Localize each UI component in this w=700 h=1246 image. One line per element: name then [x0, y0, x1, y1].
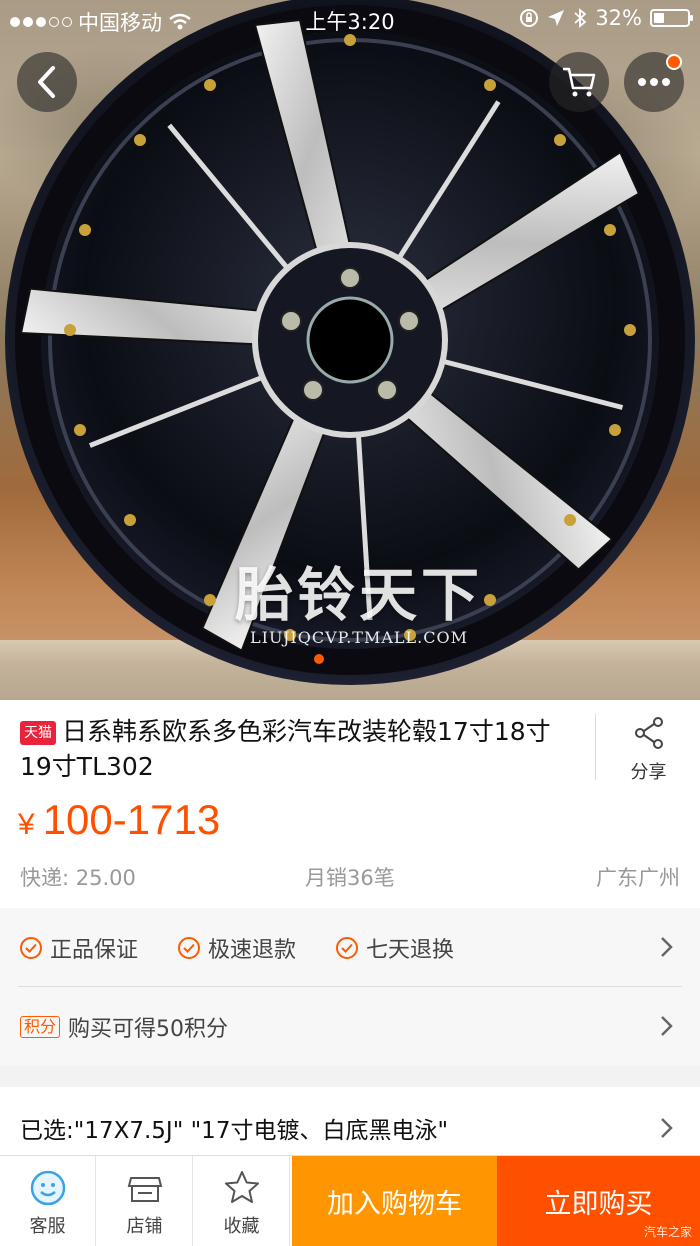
buy-now-label: 立即购买 [544, 1188, 653, 1220]
status-bar: 中国移动 上午3:20 32% [0, 0, 700, 38]
battery-icon [650, 9, 693, 27]
points-text: 购买可得50积分 [68, 1017, 229, 1042]
services-section: 正品保证 极速退款 七天退换 积分 购买可得50积分 [0, 908, 700, 1066]
service-label-refund: 极速退款 [208, 938, 297, 963]
chevron-left-icon [38, 66, 55, 98]
service-label-genuine: 正品保证 [50, 938, 139, 963]
seller-location: 广东广州 [596, 866, 680, 890]
price-range: 100-1713 [42, 796, 221, 843]
share-icon [634, 717, 663, 749]
store-label: 店铺 [126, 1216, 163, 1237]
selected-spec-row[interactable]: 已选:"17X7.5J" "17寸电镀、白底黑电泳" [0, 1087, 700, 1161]
buy-now-button[interactable]: 立即购买 汽车之家 [497, 1156, 700, 1246]
more-dots-icon [638, 78, 670, 86]
check-circle-icon [336, 937, 358, 959]
price-symbol: ¥ [18, 808, 35, 841]
favorite-tab[interactable]: 收藏 [194, 1156, 290, 1246]
rotation-lock-icon [520, 9, 539, 27]
chevron-right-icon [661, 937, 673, 957]
service-item: 七天退换 [336, 932, 454, 964]
battery-percent: 32% [595, 6, 642, 30]
service-label-return: 七天退换 [366, 938, 455, 963]
location-icon [548, 10, 565, 26]
cart-button[interactable] [549, 52, 609, 112]
service-guarantees-row[interactable]: 正品保证 极速退款 七天退换 [0, 908, 700, 986]
check-circle-icon [178, 937, 200, 959]
price: ¥100-1713 [18, 796, 220, 844]
add-to-cart-button[interactable]: 加入购物车 [292, 1156, 497, 1246]
customer-service-icon [30, 1170, 66, 1206]
service-item: 正品保证 [20, 932, 138, 964]
shipping-fee: 快递: 25.00 [20, 866, 136, 890]
chevron-right-icon [661, 1016, 673, 1036]
back-button[interactable] [17, 52, 77, 112]
points-row[interactable]: 积分 购买可得50积分 [0, 987, 700, 1065]
favorite-label: 收藏 [223, 1216, 260, 1237]
chevron-right-icon [661, 1118, 673, 1138]
more-button[interactable] [624, 52, 684, 112]
product-title: 日系韩系欧系多色彩汽车改装轮毂17寸18寸19寸TL302 [20, 717, 551, 781]
star-icon [225, 1171, 259, 1203]
bottom-action-bar: 客服 店铺 收藏 加入购物车 立即购买 汽车之家 [0, 1155, 700, 1246]
watermark-title: 胎铃天下 [234, 561, 483, 629]
watermark: 胎铃天下 LIUJIQCVP.TMALL.COM [214, 548, 504, 647]
tmall-tag: 天猫 [20, 721, 56, 745]
product-info: 天猫 日系韩系欧系多色彩汽车改装轮毂17寸18寸19寸TL302 分享 ¥100-… [0, 700, 700, 908]
customer-service-label: 客服 [29, 1216, 66, 1237]
monthly-sales: 月销36笔 [305, 866, 395, 890]
cart-icon [563, 67, 596, 97]
carousel-indicator[interactable] [314, 654, 324, 664]
store-icon [127, 1177, 163, 1202]
corner-watermark: 汽车之家 [643, 1225, 692, 1239]
watermark-url: LIUJIQCVP.TMALL.COM [250, 628, 468, 647]
customer-service-tab[interactable]: 客服 [0, 1156, 96, 1246]
share-label: 分享 [630, 762, 667, 783]
check-circle-icon [20, 937, 42, 959]
notification-badge [666, 54, 682, 70]
share-button[interactable]: 分享 [595, 714, 700, 783]
selected-spec-text: 已选:"17X7.5J" "17寸电镀、白底黑电泳" [20, 1118, 449, 1144]
points-item: 积分 购买可得50积分 [20, 1011, 228, 1043]
product-title-row: 天猫 日系韩系欧系多色彩汽车改装轮毂17寸18寸19寸TL302 [20, 714, 580, 784]
store-tab[interactable]: 店铺 [97, 1156, 193, 1246]
service-item: 极速退款 [178, 932, 296, 964]
points-tag: 积分 [20, 1016, 61, 1038]
bluetooth-icon [574, 8, 587, 28]
